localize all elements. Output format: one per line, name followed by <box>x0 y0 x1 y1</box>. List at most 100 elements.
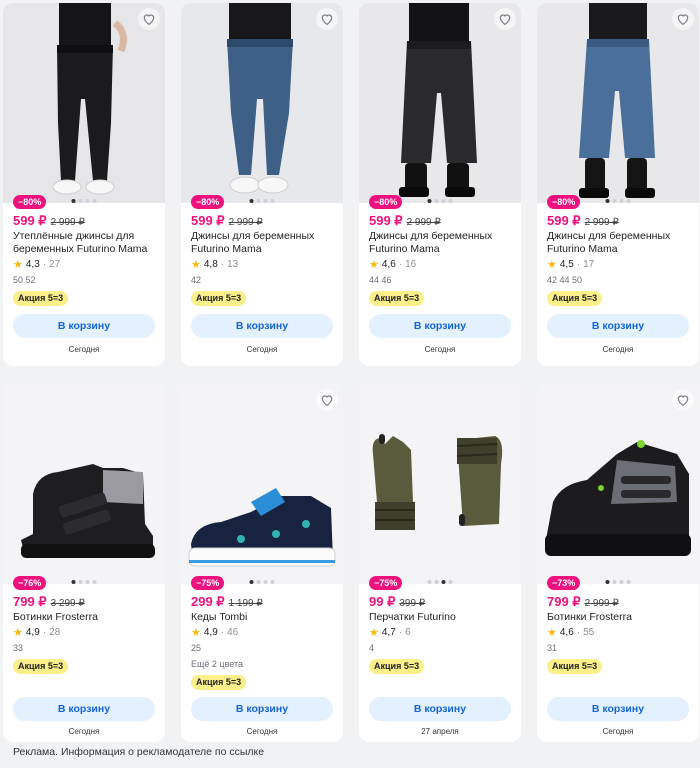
discount-badge: −76% <box>13 576 47 590</box>
favorite-heart-icon[interactable] <box>316 389 338 411</box>
product-title[interactable]: Ботинки Frosterra <box>13 611 159 624</box>
promo-badge[interactable]: Акция 5=3 <box>369 659 425 674</box>
product-title[interactable]: Утеплённые джинсы для беременных Futurin… <box>13 230 159 256</box>
promo-badge[interactable]: Акция 5=3 <box>547 659 603 674</box>
product-image[interactable] <box>537 384 699 584</box>
current-price: 99 ₽ <box>369 594 396 609</box>
product-image[interactable] <box>181 3 343 203</box>
sizes: 42 44 50 <box>547 275 583 285</box>
rating-value: 4,9 <box>203 627 218 638</box>
sizes: 31 <box>547 643 558 653</box>
sizes: 42 <box>191 275 202 285</box>
product-card-2[interactable]: −80% 599 ₽2 999 ₽ Джинсы для беременных … <box>181 3 343 366</box>
star-icon: ★ <box>13 259 23 271</box>
star-icon: ★ <box>547 259 557 271</box>
product-card-7[interactable]: −75% 99 ₽399 ₽ Перчатки Futurino ★ 4,7 · 6 … <box>359 384 521 742</box>
price: 799 ₽2 999 ₽ <box>547 594 619 610</box>
sizes: 4 <box>369 643 375 653</box>
current-price: 599 ₽ <box>547 213 581 228</box>
ad-disclaimer[interactable]: Реклама. Информация о рекламодателе по с… <box>13 746 264 758</box>
product-card-5[interactable]: −76% 799 ₽3 299 ₽ Ботинки Frosterra ★ 4,9… <box>3 384 165 742</box>
product-card-1[interactable]: −80% 599 ₽2 999 ₽ Утеплённые джинсы для … <box>3 3 165 366</box>
star-icon: ★ <box>547 627 557 639</box>
star-icon: ★ <box>191 627 201 639</box>
current-price: 599 ₽ <box>13 213 47 228</box>
product-title[interactable]: Кеды Tombi <box>191 611 337 624</box>
review-count: 16 <box>405 259 417 270</box>
product-title[interactable]: Перчатки Futurino <box>369 611 515 624</box>
image-dots <box>71 199 97 203</box>
review-count: 46 <box>227 627 239 638</box>
image-dots <box>605 580 631 584</box>
sizes: 25 <box>191 643 202 653</box>
star-icon: ★ <box>369 627 379 639</box>
rating: ★ 4,6 · 16 <box>369 259 417 271</box>
delivery-date: Сегодня <box>246 345 278 354</box>
product-title[interactable]: Джинсы для беременных Futurino Mama <box>547 230 693 256</box>
star-icon: ★ <box>191 259 201 271</box>
add-to-cart-button[interactable]: В корзину <box>369 697 511 721</box>
product-image[interactable] <box>359 384 521 584</box>
price: 599 ₽2 999 ₽ <box>13 213 85 229</box>
favorite-heart-icon[interactable] <box>494 8 516 30</box>
add-to-cart-button[interactable]: В корзину <box>191 697 333 721</box>
rating-value: 4,8 <box>203 259 218 270</box>
old-price: 3 299 ₽ <box>50 598 85 609</box>
price: 599 ₽2 999 ₽ <box>191 213 263 229</box>
delivery-date: Сегодня <box>246 727 278 736</box>
delivery-date: 27 апреля <box>421 727 459 736</box>
old-price: 2 999 ₽ <box>50 217 85 228</box>
product-title[interactable]: Джинсы для беременных Futurino Mama <box>369 230 515 256</box>
add-to-cart-button[interactable]: В корзину <box>547 697 689 721</box>
product-image[interactable] <box>359 3 521 203</box>
product-card-8[interactable]: −73% 799 ₽2 999 ₽ Ботинки Frosterra ★ 4,6… <box>537 384 699 742</box>
price: 99 ₽399 ₽ <box>369 594 425 610</box>
price: 799 ₽3 299 ₽ <box>13 594 85 610</box>
review-count: 17 <box>583 259 595 270</box>
favorite-heart-icon[interactable] <box>138 8 160 30</box>
sizes: 33 <box>13 643 24 653</box>
add-to-cart-button[interactable]: В корзину <box>13 314 155 338</box>
price: 299 ₽1 199 ₽ <box>191 594 263 610</box>
favorite-heart-icon[interactable] <box>672 8 694 30</box>
add-to-cart-button[interactable]: В корзину <box>547 314 689 338</box>
current-price: 599 ₽ <box>191 213 225 228</box>
product-card-6[interactable]: −75% 299 ₽1 199 ₽ Кеды Tombi ★ 4,9 · 46 25 … <box>181 384 343 742</box>
price: 599 ₽2 999 ₽ <box>369 213 441 229</box>
review-count: 28 <box>49 627 61 638</box>
product-title[interactable]: Джинсы для беременных Futurino Mama <box>191 230 337 256</box>
product-image[interactable] <box>3 3 165 203</box>
review-count: 27 <box>49 259 61 270</box>
rating-value: 4,9 <box>25 627 40 638</box>
favorite-heart-icon[interactable] <box>316 8 338 30</box>
promo-badge[interactable]: Акция 5=3 <box>369 291 425 306</box>
promo-badge[interactable]: Акция 5=3 <box>191 291 247 306</box>
product-card-3[interactable]: −80% 599 ₽2 999 ₽ Джинсы для беременных … <box>359 3 521 366</box>
promo-badge[interactable]: Акция 5=3 <box>191 675 247 690</box>
favorite-heart-icon[interactable] <box>672 389 694 411</box>
product-title[interactable]: Ботинки Frosterra <box>547 611 693 624</box>
discount-badge: −80% <box>369 195 403 209</box>
discount-badge: −80% <box>191 195 225 209</box>
rating: ★ 4,9 · 28 <box>13 627 61 639</box>
promo-badge[interactable]: Акция 5=3 <box>13 659 69 674</box>
discount-badge: −80% <box>13 195 47 209</box>
more-colors[interactable]: Ещё 2 цвета <box>191 659 243 669</box>
promo-badge[interactable]: Акция 5=3 <box>13 291 69 306</box>
delivery-date: Сегодня <box>68 727 100 736</box>
image-dots <box>427 580 453 584</box>
delivery-date: Сегодня <box>424 345 456 354</box>
image-dots <box>427 199 453 203</box>
current-price: 299 ₽ <box>191 594 225 609</box>
discount-badge: −73% <box>547 576 581 590</box>
product-card-4[interactable]: −80% 599 ₽2 999 ₽ Джинсы для беременных … <box>537 3 699 366</box>
rating-value: 4,6 <box>381 259 396 270</box>
image-dots <box>249 199 275 203</box>
add-to-cart-button[interactable]: В корзину <box>191 314 333 338</box>
product-image[interactable] <box>537 3 699 203</box>
add-to-cart-button[interactable]: В корзину <box>369 314 511 338</box>
add-to-cart-button[interactable]: В корзину <box>13 697 155 721</box>
promo-badge[interactable]: Акция 5=3 <box>547 291 603 306</box>
product-image[interactable] <box>181 384 343 584</box>
product-image[interactable] <box>3 384 165 584</box>
